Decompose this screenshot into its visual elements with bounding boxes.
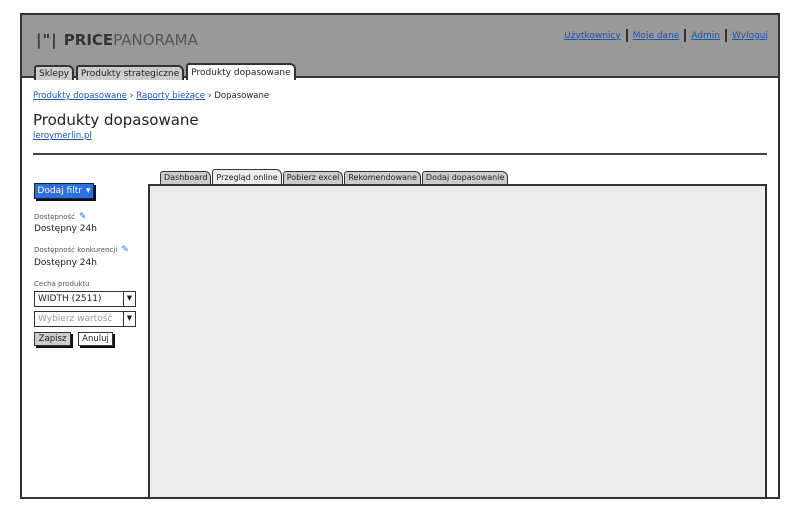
tab-produkty-dopasowane[interactable]: Produkty dopasowane — [186, 63, 296, 80]
add-filter-button[interactable]: Dodaj filtr ▾ — [34, 183, 94, 199]
tab-produkty-strategiczne[interactable]: Produkty strategiczne — [76, 65, 185, 80]
logo: |"| PRICEPANORAMA — [36, 31, 198, 49]
tab-sklepy[interactable]: Sklepy — [34, 65, 75, 80]
logo-icon: |"| — [36, 31, 58, 49]
caret-down-icon: ▾ — [85, 186, 91, 196]
chevron-right-icon: › — [129, 91, 134, 101]
divider — [33, 153, 767, 155]
page-title: Produkty dopasowane — [33, 111, 199, 129]
feature-select-value: WIDTH (2511) — [38, 294, 102, 304]
availability-label: Dostępność ✎ — [34, 212, 87, 222]
store-link[interactable]: leroymerlin.pl — [33, 131, 92, 141]
logo-text-light: PANORAMA — [113, 31, 198, 49]
chevron-down-icon: ▼ — [123, 312, 135, 326]
competitor-label-text: Dostępność konkurencji — [34, 246, 118, 254]
main-tabs: Sklepy Produkty strategiczne Produkty do… — [34, 63, 296, 80]
feature-label: Cecha produktu — [34, 280, 90, 288]
chevron-right-icon: › — [207, 91, 212, 101]
competitor-availability-label: Dostępność konkurencji ✎ — [34, 245, 129, 255]
breadcrumb-current: Dopasowane — [214, 91, 270, 101]
save-button[interactable]: Zapisz — [34, 332, 71, 346]
link-logout[interactable]: Wyloguj — [732, 31, 768, 41]
divider — [684, 29, 687, 42]
competitor-availability-value: Dostępny 24h — [34, 258, 97, 268]
breadcrumb: Produkty dopasowane › Raporty bieżące › Do… — [33, 91, 269, 101]
value-select-placeholder: Wybierz wartość — [38, 314, 113, 324]
link-admin[interactable]: Admin — [691, 31, 720, 41]
pencil-icon[interactable]: ✎ — [79, 212, 87, 222]
availability-value: Dostępny 24h — [34, 224, 97, 234]
breadcrumb-item[interactable]: Produkty dopasowane — [33, 91, 127, 101]
value-select[interactable]: Wybierz wartość ▼ — [34, 311, 136, 327]
link-users[interactable]: Użytkownicy — [564, 31, 620, 41]
app-window: |"| PRICEPANORAMA Użytkownicy Moje dane A… — [20, 13, 780, 499]
feature-select[interactable]: WIDTH (2511) ▼ — [34, 291, 136, 307]
add-filter-label: Dodaj filtr — [37, 186, 82, 196]
chevron-down-icon: ▼ — [123, 292, 135, 306]
divider — [725, 29, 727, 42]
divider — [625, 29, 628, 42]
cancel-button[interactable]: Anuluj — [78, 332, 113, 346]
user-links: Użytkownicy Moje dane Admin Wyloguj — [564, 29, 768, 42]
link-my-data[interactable]: Moje dane — [633, 31, 680, 41]
availability-label-text: Dostępność — [34, 213, 76, 221]
logo-text-bold: PRICE — [63, 31, 114, 49]
breadcrumb-item[interactable]: Raporty bieżące — [136, 91, 205, 101]
header: |"| PRICEPANORAMA Użytkownicy Moje dane A… — [22, 15, 778, 80]
pencil-icon[interactable]: ✎ — [121, 245, 129, 255]
content-panel — [148, 184, 767, 499]
